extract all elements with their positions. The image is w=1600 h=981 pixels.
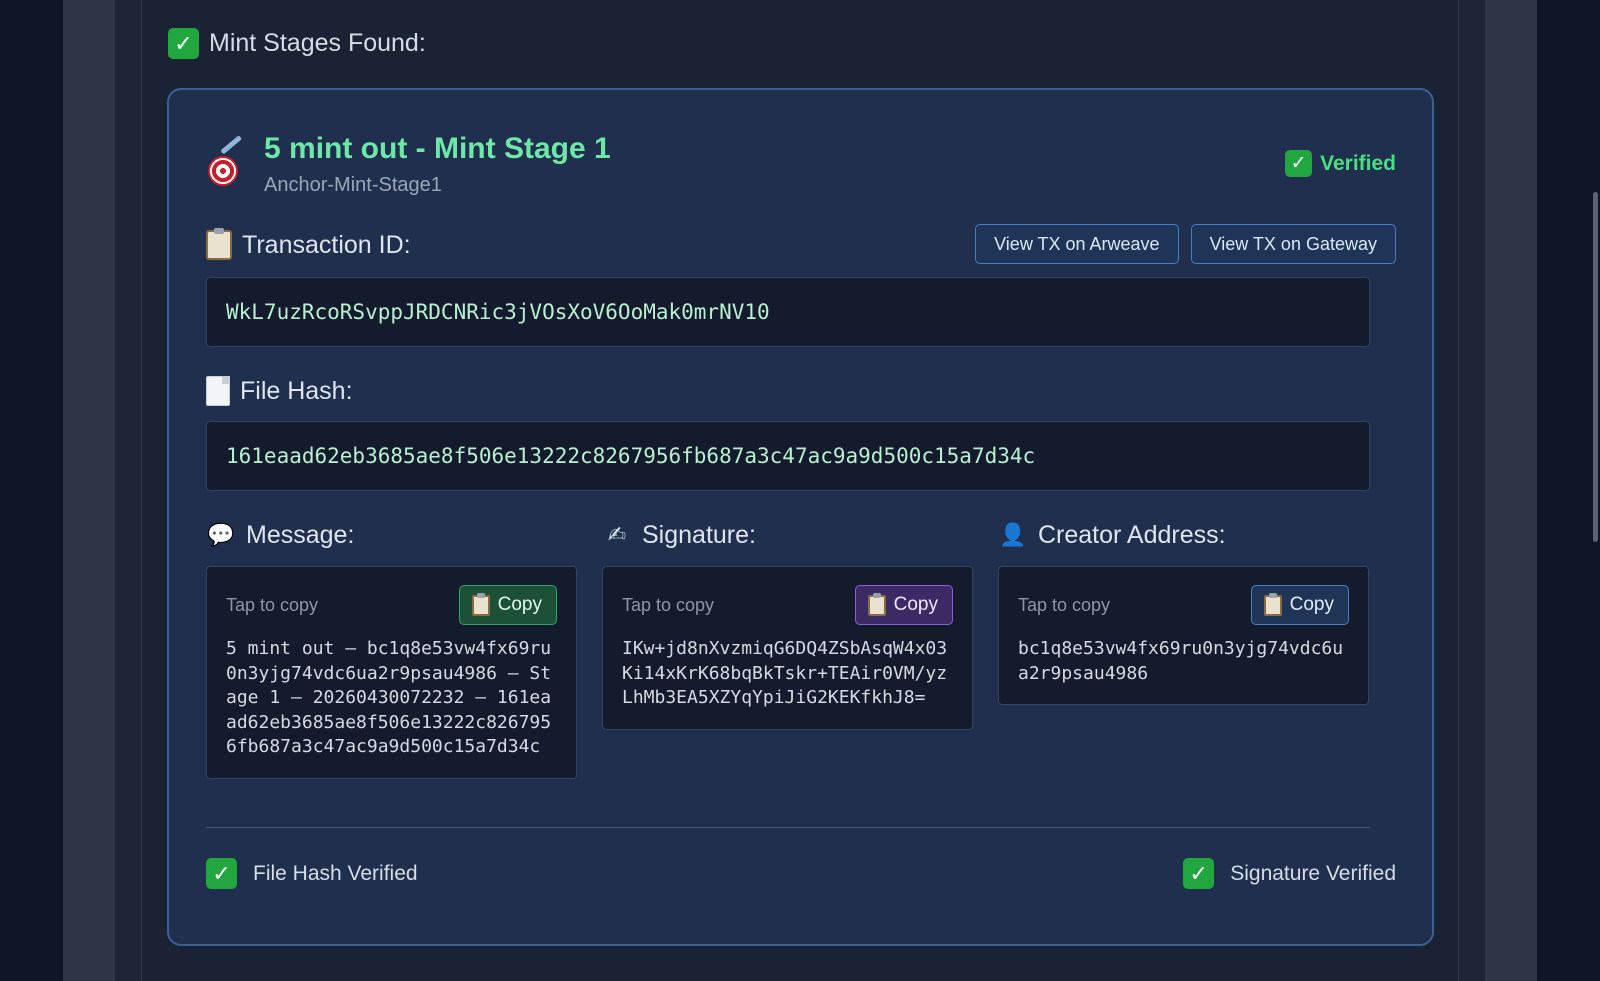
creator-value: bc1q8e53vw4fx69ru0n3yjg74vdc6ua2r9psau49… <box>1018 638 1344 684</box>
mint-stages-label: Mint Stages Found: <box>209 29 426 57</box>
signature-value: IKw+jd8nXvzmiqG6DQ4ZSbAsqW4x03Ki14xKrK68… <box>622 638 948 708</box>
scrollbar[interactable] <box>1590 0 1600 981</box>
signature-verified-status: ✓ Signature Verified <box>1183 858 1396 889</box>
clipboard-icon <box>867 592 886 616</box>
check-mark-icon: ✓ <box>1285 150 1313 177</box>
tap-to-copy-hint: Tap to copy <box>1018 594 1111 615</box>
stage-header: 5 mint out - Mint Stage 1 Anchor-Mint-St… <box>206 130 611 197</box>
copy-signature-button[interactable]: Copy <box>854 585 953 625</box>
file-hash-value[interactable]: 161eaad62eb3685ae8f506e13222c8267956fb68… <box>206 421 1370 491</box>
dart-target-icon <box>206 135 244 186</box>
creator-heading: 👤 Creator Address: <box>998 518 1369 552</box>
clipboard-icon <box>206 228 232 260</box>
file-hash-heading: File Hash: <box>206 376 353 406</box>
verified-badge: ✓ Verified <box>1285 150 1396 177</box>
signature-label: Signature: <box>642 520 756 549</box>
file-hash-verified-label: File Hash Verified <box>253 861 418 885</box>
check-mark-icon: ✓ <box>206 858 237 889</box>
stage-title: 5 mint out - Mint Stage 1 <box>264 132 611 165</box>
signature-verified-label: Signature Verified <box>1230 861 1396 885</box>
scrollbar-thumb[interactable] <box>1593 192 1598 542</box>
signature-heading: ✍ Signature: <box>602 518 973 552</box>
copy-creator-button[interactable]: Copy <box>1250 585 1349 625</box>
view-tx-arweave-button[interactable]: View TX on Arweave <box>975 224 1179 264</box>
person-silhouette-icon: 👤 <box>999 522 1027 547</box>
signature-copy-card[interactable]: Tap to copy Copy IKw+jd8nXvzmiqG6DQ4ZSbA… <box>602 566 973 730</box>
check-mark-icon: ✓ <box>168 28 199 59</box>
divider <box>206 827 1370 828</box>
mint-stages-header: ✓ Mint Stages Found: <box>168 28 426 59</box>
mint-stage-card: 5 mint out - Mint Stage 1 Anchor-Mint-St… <box>167 88 1434 946</box>
transaction-id-label: Transaction ID: <box>242 230 411 259</box>
file-hash-label: File Hash: <box>240 376 353 405</box>
view-tx-gateway-button[interactable]: View TX on Gateway <box>1190 224 1396 264</box>
copy-label: Copy <box>497 594 542 615</box>
file-hash-verified-status: ✓ File Hash Verified <box>206 858 418 889</box>
tap-to-copy-hint: Tap to copy <box>226 594 319 615</box>
message-copy-card[interactable]: Tap to copy Copy 5 mint out – bc1q8e53vw… <box>206 566 577 779</box>
transaction-id-value[interactable]: WkL7uzRcoRSvppJRDCNRic3jVOsXoV6OoMak0mrN… <box>206 277 1370 347</box>
transaction-actions: View TX on Arweave View TX on Gateway <box>975 224 1396 264</box>
stage-subtitle: Anchor-Mint-Stage1 <box>264 174 442 196</box>
message-label: Message: <box>246 520 355 549</box>
speech-bubble-icon: 💬 <box>207 522 235 547</box>
message-heading: 💬 Message: <box>206 518 577 552</box>
writing-hand-icon: ✍ <box>607 522 627 547</box>
signature-section: ✍ Signature: Tap to copy Copy IKw+jd8nXv… <box>602 518 973 730</box>
check-mark-icon: ✓ <box>1183 858 1215 889</box>
verified-label: Verified <box>1320 151 1396 175</box>
copy-label: Copy <box>893 594 938 615</box>
copy-message-button[interactable]: Copy <box>458 585 557 625</box>
tap-to-copy-hint: Tap to copy <box>622 594 715 615</box>
creator-label: Creator Address: <box>1038 520 1226 549</box>
clipboard-icon <box>471 592 490 616</box>
message-section: 💬 Message: Tap to copy Copy 5 mint out –… <box>206 518 577 779</box>
clipboard-icon <box>1263 592 1282 616</box>
creator-copy-card[interactable]: Tap to copy Copy bc1q8e53vw4fx69ru0n3yjg… <box>998 566 1369 705</box>
transaction-id-heading: Transaction ID: <box>206 228 411 260</box>
document-icon <box>206 376 230 406</box>
copy-label: Copy <box>1289 594 1334 615</box>
message-value: 5 mint out – bc1q8e53vw4fx69ru0n3yjg74vd… <box>226 638 552 757</box>
creator-section: 👤 Creator Address: Tap to copy Copy bc1q… <box>998 518 1369 705</box>
